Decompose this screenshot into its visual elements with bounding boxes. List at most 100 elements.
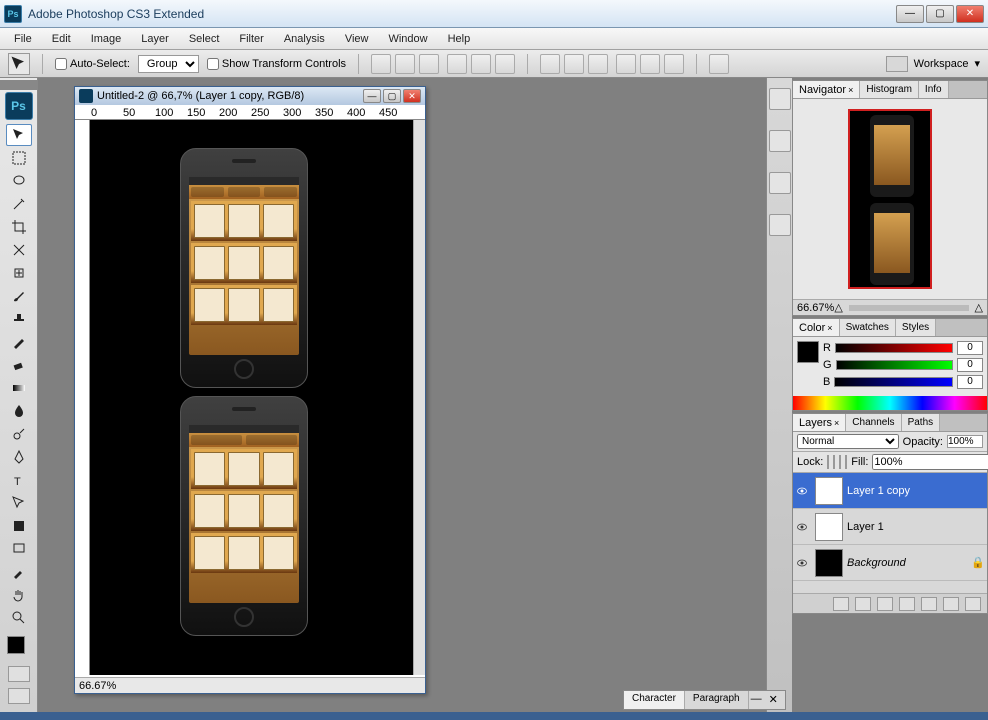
character-panel[interactable]: Character Paragraph — ✕ [623, 690, 786, 710]
layer-name[interactable]: Layer 1 copy [847, 485, 987, 497]
layer-thumbnail[interactable] [815, 549, 843, 577]
minimize-button[interactable]: — [896, 5, 924, 23]
auto-select-checkbox[interactable]: Auto-Select: [55, 58, 130, 70]
dodge-tool[interactable] [6, 423, 32, 445]
navigator-zoom-slider[interactable] [849, 305, 969, 311]
tab-navigator[interactable]: Navigator× [793, 81, 860, 98]
visibility-icon[interactable] [793, 521, 811, 533]
toolbox-grip[interactable] [0, 80, 37, 90]
align-left-icon[interactable] [447, 54, 467, 74]
close-button[interactable]: ✕ [956, 5, 984, 23]
layer-thumbnail[interactable] [815, 513, 843, 541]
menu-select[interactable]: Select [179, 31, 230, 47]
pen-tool[interactable] [6, 446, 32, 468]
tab-histogram[interactable]: Histogram [860, 81, 919, 98]
dock-button-4[interactable] [769, 214, 791, 236]
show-transform-checkbox[interactable]: Show Transform Controls [207, 58, 346, 70]
mask-icon[interactable] [877, 597, 893, 611]
blend-mode-select[interactable]: Normal [797, 434, 899, 449]
layer-name[interactable]: Background [847, 557, 971, 569]
menu-file[interactable]: File [4, 31, 42, 47]
distribute-hcenter-icon[interactable] [640, 54, 660, 74]
menu-image[interactable]: Image [81, 31, 132, 47]
eyedropper-tool[interactable] [6, 561, 32, 583]
workspace-switcher[interactable]: Workspace ▾ [886, 56, 980, 72]
r-input[interactable]: 0 [957, 341, 983, 355]
align-bottom-icon[interactable] [419, 54, 439, 74]
notes-tool[interactable] [6, 538, 32, 560]
eraser-tool[interactable] [6, 354, 32, 376]
align-hcenter-icon[interactable] [471, 54, 491, 74]
brush-tool[interactable] [6, 285, 32, 307]
distribute-left-icon[interactable] [616, 54, 636, 74]
stamp-tool[interactable] [6, 308, 32, 330]
visibility-icon[interactable] [793, 485, 811, 497]
tab-swatches[interactable]: Swatches [840, 319, 896, 336]
healing-tool[interactable] [6, 262, 32, 284]
navigator-preview[interactable] [793, 99, 987, 299]
layer-row[interactable]: Layer 1 [793, 509, 987, 545]
g-input[interactable]: 0 [957, 358, 983, 372]
menu-filter[interactable]: Filter [229, 31, 273, 47]
group-icon[interactable] [921, 597, 937, 611]
type-tool[interactable]: T [6, 469, 32, 491]
lock-pixels-icon[interactable] [833, 455, 835, 469]
canvas[interactable] [90, 120, 413, 675]
fill-input[interactable] [872, 454, 988, 470]
scrollbar-vertical[interactable] [413, 120, 425, 675]
tab-info[interactable]: Info [919, 81, 949, 98]
maximize-button[interactable]: ▢ [926, 5, 954, 23]
panel-close-icon[interactable]: ✕ [769, 693, 783, 707]
color-wells[interactable] [7, 636, 31, 660]
blur-tool[interactable] [6, 400, 32, 422]
opacity-input[interactable] [947, 435, 983, 448]
dock-button-2[interactable] [769, 130, 791, 152]
panel-minimize-icon[interactable]: — [751, 693, 765, 707]
document-titlebar[interactable]: Untitled-2 @ 66,7% (Layer 1 copy, RGB/8)… [75, 87, 425, 105]
navigator-zoom[interactable]: 66.67% [797, 302, 834, 314]
tab-layers[interactable]: Layers× [793, 414, 846, 431]
dock-button-1[interactable] [769, 88, 791, 110]
move-tool[interactable] [6, 124, 32, 146]
align-vcenter-icon[interactable] [395, 54, 415, 74]
tab-paths[interactable]: Paths [902, 414, 941, 431]
fx-icon[interactable] [855, 597, 871, 611]
tab-channels[interactable]: Channels [846, 414, 901, 431]
quickmask-icon[interactable] [8, 666, 30, 682]
color-swatch-fg[interactable] [797, 341, 819, 363]
lock-all-icon[interactable] [845, 455, 847, 469]
history-brush-tool[interactable] [6, 331, 32, 353]
adjustment-icon[interactable] [899, 597, 915, 611]
g-slider[interactable] [836, 360, 953, 370]
link-layers-icon[interactable] [833, 597, 849, 611]
gradient-tool[interactable] [6, 377, 32, 399]
b-slider[interactable] [834, 377, 953, 387]
lasso-tool[interactable] [6, 170, 32, 192]
lock-transparency-icon[interactable] [827, 455, 829, 469]
tab-styles[interactable]: Styles [896, 319, 936, 336]
distribute-right-icon[interactable] [664, 54, 684, 74]
ruler-vertical[interactable] [75, 120, 90, 675]
zoom-in-icon[interactable]: △ [975, 301, 983, 314]
new-layer-icon[interactable] [943, 597, 959, 611]
doc-close-button[interactable]: ✕ [403, 89, 421, 103]
r-slider[interactable] [835, 343, 953, 353]
screenmode-icon[interactable] [8, 688, 30, 704]
align-top-icon[interactable] [371, 54, 391, 74]
zoom-readout[interactable]: 66.67% [79, 680, 116, 692]
menu-window[interactable]: Window [378, 31, 437, 47]
auto-align-icon[interactable] [709, 54, 729, 74]
menu-layer[interactable]: Layer [131, 31, 179, 47]
foreground-color[interactable] [7, 636, 25, 654]
lock-position-icon[interactable] [839, 455, 841, 469]
doc-minimize-button[interactable]: — [363, 89, 381, 103]
distribute-vcenter-icon[interactable] [564, 54, 584, 74]
tab-color[interactable]: Color× [793, 319, 840, 336]
slice-tool[interactable] [6, 239, 32, 261]
b-input[interactable]: 0 [957, 375, 983, 389]
shape-tool[interactable] [6, 515, 32, 537]
tab-character[interactable]: Character [624, 691, 685, 709]
color-spectrum[interactable] [793, 396, 987, 410]
layer-row[interactable]: Background 🔒 [793, 545, 987, 581]
distribute-top-icon[interactable] [540, 54, 560, 74]
